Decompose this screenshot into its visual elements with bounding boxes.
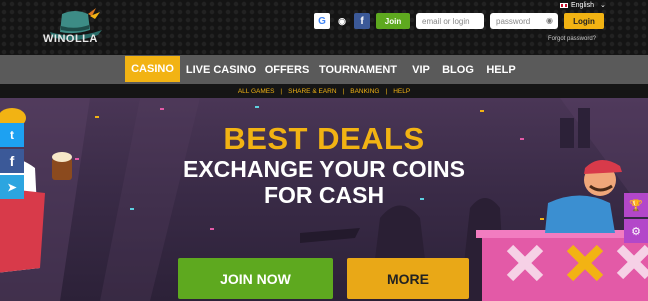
forgot-password-link[interactable]: Forgot password? — [548, 36, 596, 42]
email-field[interactable]: email or login — [416, 13, 484, 29]
separator: | — [385, 87, 388, 95]
language-selector[interactable]: English ⌄ — [560, 1, 606, 9]
hero-subtitle: EXCHANGE YOUR COINS FOR CASH — [0, 156, 648, 208]
hero-banner: BEST DEALS EXCHANGE YOUR COINS FOR CASH … — [0, 98, 648, 301]
confetti — [95, 116, 99, 118]
uk-flag-icon — [560, 2, 568, 8]
separator: | — [342, 87, 345, 95]
chevron-down-icon: ⌄ — [599, 2, 606, 9]
hero-subtitle-line1: EXCHANGE YOUR COINS — [182, 156, 465, 182]
join-button[interactable]: Join — [376, 13, 410, 29]
nav-item-help[interactable]: HELP — [483, 55, 519, 84]
login-button[interactable]: Login — [564, 13, 604, 29]
trophy-icon[interactable]: 🏆 — [624, 193, 648, 217]
eye-icon[interactable]: ◉ — [546, 16, 553, 25]
confetti — [130, 208, 134, 210]
twitter-share-icon[interactable]: t — [0, 123, 24, 147]
subnav-share-earn[interactable]: SHARE & EARN — [288, 88, 336, 95]
facebook-share-icon[interactable]: f — [0, 149, 24, 173]
nav-item-vip[interactable]: VIP — [407, 55, 435, 84]
nav-item-tournament[interactable]: TOURNAMENT — [318, 55, 398, 84]
subnav-all-games[interactable]: ALL GAMES — [238, 88, 275, 95]
top-header: WINOLLA English ⌄ G ◉ f Join email or lo… — [0, 0, 648, 55]
logo-text[interactable]: WINOLLA — [43, 33, 98, 45]
hero-subtitle-line2: FOR CASH — [263, 182, 385, 208]
separator: | — [280, 87, 283, 95]
join-now-button[interactable]: JOIN NOW — [178, 258, 333, 299]
more-button[interactable]: MORE — [347, 258, 469, 299]
steam-login-button[interactable]: ◉ — [334, 13, 350, 29]
confetti — [255, 106, 259, 108]
main-nav: CASINO LIVE CASINO OFFERS TOURNAMENT VIP… — [0, 55, 648, 85]
subnav-help[interactable]: HELP — [393, 88, 410, 95]
language-label: English — [571, 1, 594, 9]
confetti — [540, 218, 544, 220]
network-icon[interactable]: ⚙ — [624, 219, 648, 243]
nav-item-offers[interactable]: OFFERS — [264, 55, 310, 84]
facebook-login-button[interactable]: f — [354, 13, 370, 29]
confetti — [160, 108, 164, 110]
telegram-share-icon[interactable]: ➤ — [0, 175, 24, 199]
confetti — [480, 110, 484, 112]
nav-item-casino[interactable]: CASINO — [125, 56, 180, 82]
subnav-banking[interactable]: BANKING — [350, 88, 379, 95]
password-placeholder: password — [496, 16, 531, 26]
nav-item-blog[interactable]: BLOG — [440, 55, 476, 84]
google-login-button[interactable]: G — [314, 13, 330, 29]
password-field[interactable]: password ◉ — [490, 13, 558, 29]
logo-hat-icon[interactable] — [40, 2, 110, 54]
sub-nav: ALL GAMES | SHARE & EARN | BANKING | HEL… — [0, 84, 648, 98]
nav-item-live-casino[interactable]: LIVE CASINO — [184, 55, 258, 84]
confetti — [210, 228, 214, 230]
hero-title: BEST DEALS — [223, 121, 425, 156]
